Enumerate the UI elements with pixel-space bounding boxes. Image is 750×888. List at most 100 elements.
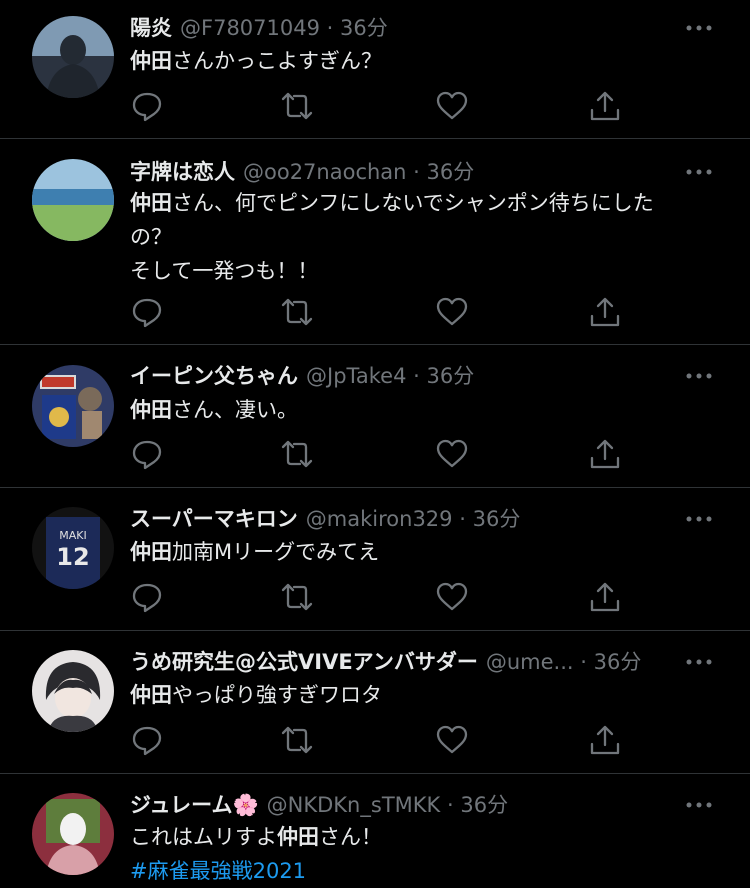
action-bar [130,89,630,123]
text-line: 仲田やっぱり強すぎワロタ [130,678,700,712]
separator: · [580,650,587,674]
like-icon[interactable] [435,295,469,329]
separator: · [447,793,454,817]
svg-text:12: 12 [56,543,89,571]
mention-text: 仲田 [130,49,172,73]
retweet-icon[interactable] [280,580,314,614]
share-icon[interactable] [588,89,622,123]
timestamp[interactable]: 36分 [473,507,521,531]
tweet[interactable]: うめ研究生@公式VIVEアンバサダー @ume... · 36分 仲田やっぱり強す… [0,631,750,774]
more-icon[interactable] [684,162,714,182]
separator: · [459,507,466,531]
tweet-header: 陽炎 @F78071049 · 36分 [130,11,670,45]
share-icon[interactable] [588,580,622,614]
more-icon[interactable] [684,509,714,529]
text-line: そして一発つも！！ [130,254,700,288]
tweet-text: 仲田加南Mリーグでみてえ [130,535,700,569]
user-handle[interactable]: @ume... [486,650,574,674]
action-bar [130,437,630,471]
tweet-text: 仲田さんかっこよすぎん？ [130,44,700,78]
more-icon[interactable] [684,18,714,38]
text-line: の？ [130,220,700,254]
action-bar [130,295,630,329]
tweet[interactable]: MAKI 12 スーパーマキロン @makiron329 · 36分 仲田加南Mリ… [0,488,750,631]
text-segment: さん、凄い。 [172,398,298,422]
tweet-text: 仲田さん、何でピンフにしないでシャンポン待ちにした の？ そして一発つも！！ [130,186,700,288]
text-line: 仲田さんかっこよすぎん？ [130,44,700,78]
tweet[interactable]: イーピン父ちゃん @JpTake4 · 36分 仲田さん、凄い。 [0,345,750,488]
user-handle[interactable]: @makiron329 [306,507,453,531]
tweet[interactable]: ジュレーム🌸 @NKDKn_sTMKK · 36分 これはムリすよ仲田さん！ #麻… [0,774,750,883]
text-segment: やっぱり強すぎワロタ [172,683,382,707]
tweet-header: 字牌は恋人 @oo27naochan · 36分 [130,155,670,189]
retweet-icon[interactable] [280,437,314,471]
share-icon[interactable] [588,437,622,471]
tweet-text: これはムリすよ仲田さん！ #麻雀最強戦2021 [130,820,700,888]
text-segment: そして一発つも！！ [130,259,319,283]
display-name[interactable]: 字牌は恋人 [130,160,235,184]
display-name[interactable]: スーパーマキロン [130,507,298,531]
tweet[interactable]: 字牌は恋人 @oo27naochan · 36分 仲田さん、何でピンフにしないでシ… [0,139,750,345]
text-line: これはムリすよ仲田さん！ [130,820,700,854]
text-segment: さん！ [319,825,382,849]
timestamp[interactable]: 36分 [340,16,388,40]
tweet-header: うめ研究生@公式VIVEアンバサダー @ume... · 36分 [130,645,670,679]
text-line: 仲田加南Mリーグでみてえ [130,535,700,569]
user-handle[interactable]: @oo27naochan [243,160,406,184]
avatar[interactable] [32,159,114,241]
avatar[interactable] [32,650,114,732]
mention-text: 仲田 [130,398,172,422]
like-icon[interactable] [435,580,469,614]
reply-icon[interactable] [130,295,164,329]
retweet-icon[interactable] [280,723,314,757]
timestamp[interactable]: 36分 [460,793,508,817]
text-segment: さん、何でピンフにしないでシャンポン待ちにした [172,191,654,215]
user-handle[interactable]: @F78071049 [180,16,320,40]
like-icon[interactable] [435,89,469,123]
text-segment: 加南Mリーグでみてえ [172,540,380,564]
share-icon[interactable] [588,295,622,329]
more-icon[interactable] [684,366,714,386]
tweet-header: スーパーマキロン @makiron329 · 36分 [130,502,670,536]
user-handle[interactable]: @JpTake4 [306,364,406,388]
display-name[interactable]: 陽炎 [130,16,172,40]
mention-text: 仲田 [277,825,319,849]
timestamp[interactable]: 36分 [594,650,642,674]
mention-text: 仲田 [130,191,172,215]
more-icon[interactable] [684,652,714,672]
svg-text:MAKI: MAKI [59,529,86,542]
share-icon[interactable] [588,723,622,757]
avatar[interactable] [32,16,114,98]
user-handle[interactable]: @NKDKn_sTMKK [267,793,441,817]
timestamp[interactable]: 36分 [427,160,475,184]
separator: · [413,364,420,388]
separator: · [326,16,334,40]
hashtag-link[interactable]: #麻雀最強戦2021 [130,859,306,883]
tweet[interactable]: 陽炎 @F78071049 · 36分 仲田さんかっこよすぎん？ [0,0,750,139]
retweet-icon[interactable] [280,295,314,329]
display-name[interactable]: ジュレーム🌸 [130,793,259,817]
display-name[interactable]: イーピン父ちゃん [130,364,298,388]
tweet-text: 仲田さん、凄い。 [130,393,700,427]
reply-icon[interactable] [130,89,164,123]
action-bar [130,580,630,614]
reply-icon[interactable] [130,580,164,614]
tweet-text: 仲田やっぱり強すぎワロタ [130,678,700,712]
like-icon[interactable] [435,723,469,757]
timestamp[interactable]: 36分 [427,364,475,388]
avatar[interactable] [32,793,114,875]
avatar[interactable]: MAKI 12 [32,507,114,589]
avatar[interactable] [32,365,114,447]
mention-text: 仲田 [130,683,172,707]
reply-icon[interactable] [130,723,164,757]
retweet-icon[interactable] [280,89,314,123]
tweet-header: ジュレーム🌸 @NKDKn_sTMKK · 36分 [130,788,670,822]
like-icon[interactable] [435,437,469,471]
action-bar [130,723,630,757]
reply-icon[interactable] [130,437,164,471]
tweet-header: イーピン父ちゃん @JpTake4 · 36分 [130,359,670,393]
text-segment: さんかっこよすぎん？ [172,49,382,73]
more-icon[interactable] [684,795,714,815]
text-line: 仲田さん、何でピンフにしないでシャンポン待ちにした [130,186,700,220]
display-name[interactable]: うめ研究生@公式VIVEアンバサダー [130,650,478,674]
